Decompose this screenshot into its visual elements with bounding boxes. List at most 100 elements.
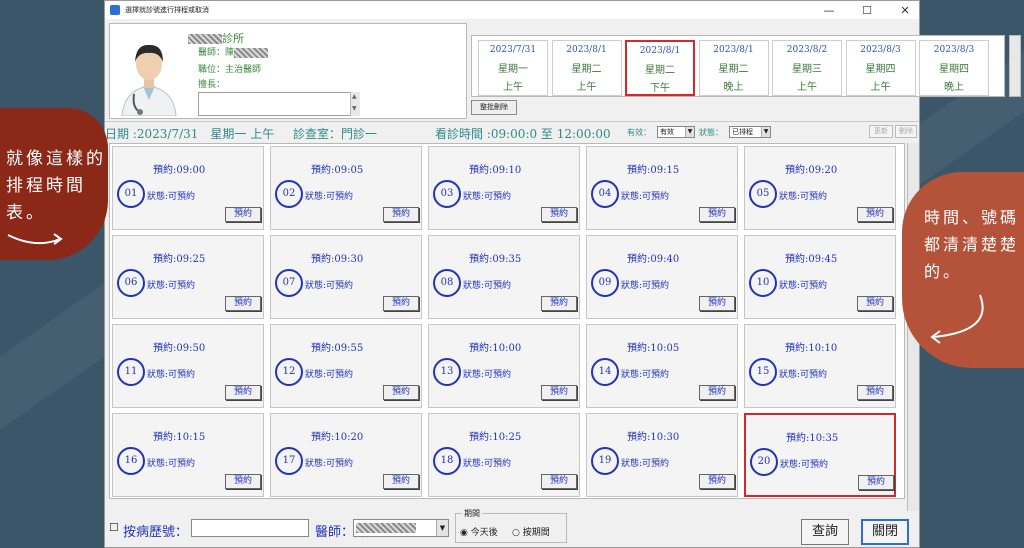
period-group: 期間 ◉ 今天後 ○ 按期間 — [455, 508, 567, 543]
date-tab[interactable]: 2023/8/3 星期四 晚上 — [919, 40, 989, 96]
annotation-right: 時間、號碼都清清楚楚的。 — [902, 172, 1024, 368]
slot-time: 預約:09:10 — [469, 165, 522, 176]
appointment-slot[interactable]: 預約:09:00 01 狀態:可預約 預約 — [112, 146, 264, 230]
close-window-button[interactable]: ✕ — [887, 1, 923, 19]
book-button[interactable]: 預約 — [383, 385, 419, 400]
appointment-slot[interactable]: 預約:10:35 20 狀態:可預約 預約 — [744, 413, 896, 497]
slot-status: 狀態:可預約 — [621, 281, 670, 291]
appointment-slot[interactable]: 預約:09:20 05 狀態:可預約 預約 — [744, 146, 896, 230]
period-legend: 期間 — [462, 508, 482, 519]
appointment-slot[interactable]: 預約:09:10 03 狀態:可預約 預約 — [428, 146, 580, 230]
slot-time: 預約:09:50 — [153, 343, 206, 354]
slot-status: 狀態:可預約 — [147, 459, 196, 469]
date-tab[interactable]: 2023/8/2 星期三 上午 — [772, 40, 842, 96]
slot-status: 狀態:可預約 — [147, 281, 196, 291]
book-button[interactable]: 預約 — [225, 474, 261, 489]
appointment-slot[interactable]: 預約:10:25 18 狀態:可預約 預約 — [428, 413, 580, 497]
annotation-left: 就像這樣的排程時間表。 — [0, 108, 108, 260]
radio-today[interactable]: ◉ 今天後 — [460, 525, 498, 538]
minimize-button[interactable]: — — [811, 1, 847, 19]
appointment-slot[interactable]: 預約:09:30 07 狀態:可預約 預約 — [270, 235, 422, 319]
appointment-slot[interactable]: 預約:10:05 14 狀態:可預約 預約 — [586, 324, 738, 408]
date-tab-weekday: 星期一 — [498, 64, 528, 75]
slot-status: 狀態:可預約 — [780, 460, 829, 470]
date-tab-weekday: 星期二 — [718, 64, 749, 75]
book-button[interactable]: 預約 — [383, 474, 419, 489]
appointment-slot[interactable]: 預約:09:40 09 狀態:可預約 預約 — [586, 235, 738, 319]
query-button[interactable]: 查詢 — [801, 519, 849, 545]
appointment-slot[interactable]: 預約:10:10 15 狀態:可預約 預約 — [744, 324, 896, 408]
slot-status: 狀態:可預約 — [463, 281, 512, 291]
book-button[interactable]: 預約 — [225, 385, 261, 400]
date-tab-weekday: 星期四 — [865, 64, 896, 75]
update-button[interactable]: 更新 — [869, 125, 893, 138]
batch-delete-button[interactable]: 整批刪除 — [471, 100, 517, 115]
book-button[interactable]: 預約 — [857, 207, 893, 222]
appointment-slot[interactable]: 預約:09:35 08 狀態:可預約 預約 — [428, 235, 580, 319]
doctor-select[interactable]: ▼ — [353, 519, 449, 537]
book-button[interactable]: 預約 — [857, 385, 893, 400]
chart-number-input[interactable] — [191, 519, 309, 537]
slot-status: 狀態:可預約 — [147, 192, 196, 202]
appointment-slot[interactable]: 預約:09:25 06 狀態:可預約 預約 — [112, 235, 264, 319]
book-button[interactable]: 預約 — [857, 296, 893, 311]
maximize-button[interactable]: ☐ — [849, 1, 885, 19]
date-scrollbar[interactable] — [1009, 35, 1021, 97]
date-tab[interactable]: 2023/8/3 星期四 上午 — [845, 40, 916, 96]
slot-grid: 預約:09:00 01 狀態:可預約 預約 預約:09:05 02 狀態:可預約 預約 預約:0… — [109, 143, 905, 499]
book-button[interactable]: 預約 — [541, 296, 577, 311]
date-tab[interactable]: 2023/8/1 星期二 晚上 — [698, 40, 769, 96]
date-tab[interactable]: 2023/8/1 星期二 上午 — [551, 40, 622, 96]
checkbox[interactable]: ☐ — [109, 521, 119, 534]
book-button[interactable]: 預約 — [541, 207, 577, 222]
slot-status: 狀態:可預約 — [147, 370, 196, 380]
radio-range[interactable]: ○ 按期間 — [512, 525, 550, 538]
valid-select[interactable]: 有效 ▼ — [657, 126, 695, 138]
status-label: 狀態： — [699, 128, 723, 137]
date-tab-date: 2023/8/3 — [860, 45, 901, 55]
appointment-slot[interactable]: 預約:10:20 17 狀態:可預約 預約 — [270, 413, 422, 497]
appointment-slot[interactable]: 預約:10:30 19 狀態:可預約 預約 — [586, 413, 738, 497]
skill-textarea[interactable] — [198, 92, 360, 116]
book-button[interactable]: 預約 — [699, 474, 735, 489]
book-button[interactable]: 預約 — [858, 475, 894, 490]
appointment-slot[interactable]: 預約:09:45 10 狀態:可預約 預約 — [744, 235, 896, 319]
skill-scrollbar[interactable]: ▲ ▼ — [350, 92, 360, 116]
close-button[interactable]: 關閉 — [861, 519, 909, 545]
date-tab-weekday: 星期二 — [645, 65, 675, 76]
appointment-slot[interactable]: 預約:09:55 12 狀態:可預約 預約 — [270, 324, 422, 408]
slot-number: 13 — [433, 358, 461, 386]
date-tab[interactable]: 2023/7/31 星期一 上午 — [478, 40, 548, 96]
status-select[interactable]: 已排程 ▼ — [729, 126, 771, 138]
date-tab-session: 上午 — [576, 82, 597, 93]
slot-time: 預約:09:05 — [311, 165, 364, 176]
book-button[interactable]: 預約 — [225, 296, 261, 311]
slot-time: 預約:10:10 — [785, 343, 838, 354]
slot-number: 12 — [275, 358, 303, 386]
chevron-down-icon: ▼ — [761, 127, 770, 137]
book-button[interactable]: 預約 — [699, 207, 735, 222]
delete-button[interactable]: 刪除 — [895, 125, 917, 138]
book-button[interactable]: 預約 — [699, 385, 735, 400]
slot-status: 狀態:可預約 — [621, 459, 670, 469]
book-button[interactable]: 預約 — [383, 296, 419, 311]
book-button[interactable]: 預約 — [225, 207, 261, 222]
book-button[interactable]: 預約 — [541, 385, 577, 400]
appointment-slot[interactable]: 預約:10:15 16 狀態:可預約 預約 — [112, 413, 264, 497]
book-button[interactable]: 預約 — [383, 207, 419, 222]
appointment-slot[interactable]: 預約:09:50 11 狀態:可預約 預約 — [112, 324, 264, 408]
skill-label: 擅長： — [198, 80, 226, 90]
slot-number: 08 — [433, 269, 461, 297]
app-icon — [110, 5, 120, 15]
date-tab-date: 2023/8/3 — [933, 45, 975, 55]
book-button[interactable]: 預約 — [541, 474, 577, 489]
date-tab[interactable]: 2023/8/1 星期二 下午 — [625, 40, 695, 96]
appointment-slot[interactable]: 預約:10:00 13 狀態:可預約 預約 — [428, 324, 580, 408]
slot-status: 狀態:可預約 — [779, 192, 828, 202]
time-info: 看診時間 :09:00:0 至 12:00:00 — [435, 127, 611, 141]
slot-number: 01 — [117, 180, 145, 208]
appointment-slot[interactable]: 預約:09:05 02 狀態:可預約 預約 — [270, 146, 422, 230]
appointment-slot[interactable]: 預約:09:15 04 狀態:可預約 預約 — [586, 146, 738, 230]
title-bar: 選擇就診號進行排程或取消 — ☐ ✕ — [105, 1, 919, 19]
book-button[interactable]: 預約 — [699, 296, 735, 311]
